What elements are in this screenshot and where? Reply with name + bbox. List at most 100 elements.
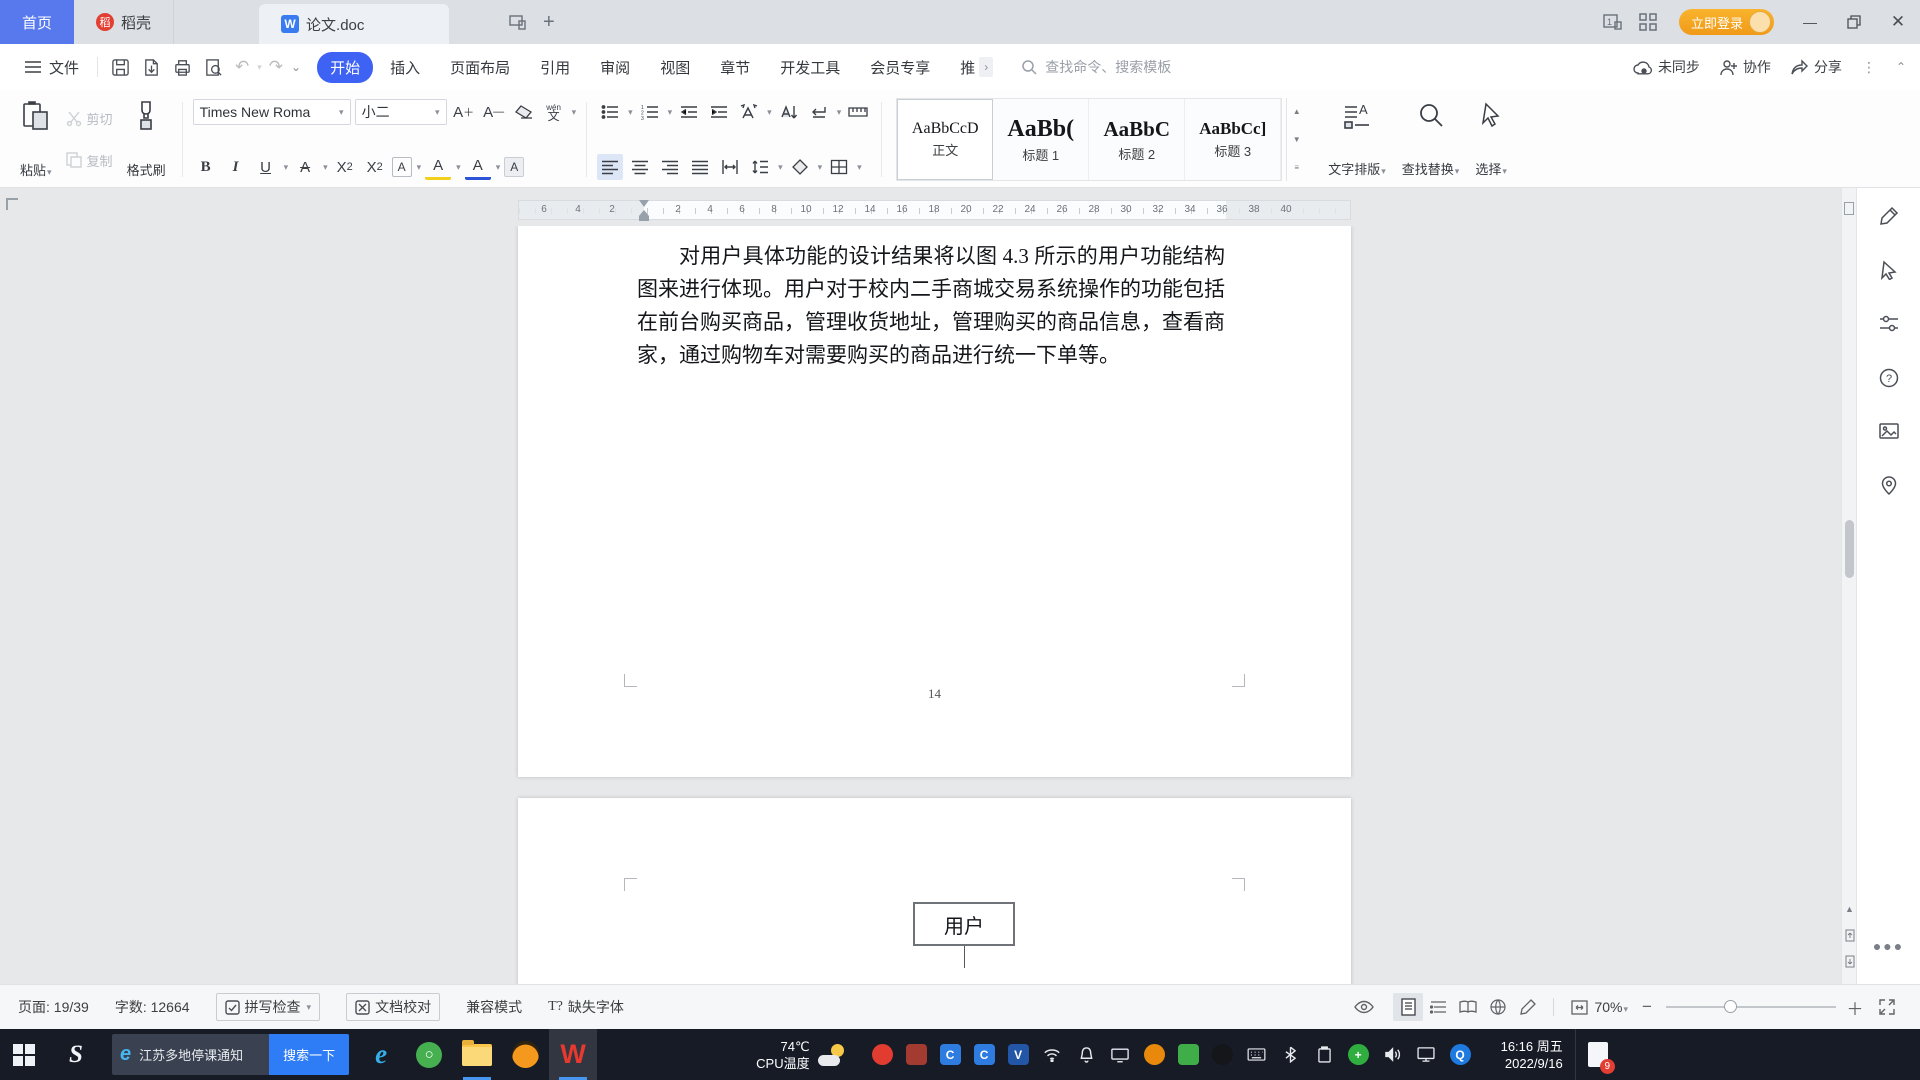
tray-clipboard-icon[interactable] xyxy=(1314,1044,1335,1065)
bullet-list-dropdown[interactable]: ▾ xyxy=(628,107,633,118)
line-spacing-button[interactable] xyxy=(747,154,773,180)
word-count[interactable]: 字数: 12664 xyxy=(115,997,190,1017)
menu-tab-会员专享[interactable]: 会员专享 xyxy=(857,52,943,83)
horizontal-ruler[interactable]: 6 4 2 2 4 6 8 10 12 14 16 18 20 22 24 26 28 30 32 34 36 38 40 xyxy=(518,200,1351,221)
file-menu-button[interactable]: 文件 xyxy=(14,57,89,78)
scrollbar-thumb[interactable] xyxy=(1845,520,1854,578)
pen-tool-icon[interactable] xyxy=(1877,204,1901,228)
previous-page-button[interactable] xyxy=(1842,926,1857,944)
more-options-icon[interactable]: ⋮ xyxy=(1862,59,1876,76)
web-view-icon[interactable] xyxy=(1483,993,1513,1021)
shading-dropdown[interactable]: ▾ xyxy=(818,162,823,173)
font-name-select[interactable]: Times New Roma ▾ xyxy=(192,99,351,125)
tab-document[interactable]: W 论文.doc xyxy=(259,4,450,44)
taskbar-wps-icon[interactable]: W xyxy=(549,1029,598,1080)
tray-notification-bell-icon[interactable] xyxy=(1076,1044,1097,1065)
reading-protect-eye-icon[interactable] xyxy=(1349,993,1379,1021)
redo-button[interactable]: ↷ xyxy=(264,54,288,80)
menu-tab-插入[interactable]: 插入 xyxy=(377,52,433,83)
diagram-user-box[interactable]: 用户 xyxy=(913,902,1015,946)
numbered-list-dropdown[interactable]: ▾ xyxy=(668,107,673,118)
zoom-level[interactable]: 70%▾ xyxy=(1594,999,1628,1015)
notification-center-icon[interactable]: 9 xyxy=(1574,1029,1621,1080)
align-left-button[interactable] xyxy=(597,154,624,180)
menu-tab-章节[interactable]: 章节 xyxy=(707,52,763,83)
tab-home[interactable]: 首页 xyxy=(0,0,75,44)
menu-tab-引用[interactable]: 引用 xyxy=(527,52,583,83)
tray-display-icon[interactable] xyxy=(1416,1044,1437,1065)
spellcheck-toggle[interactable]: 拼写检查 ▾ xyxy=(215,993,321,1021)
outline-view-icon[interactable] xyxy=(1423,993,1453,1021)
news-search-widget[interactable]: e 江苏多地停课通知 搜索一下 xyxy=(112,1034,350,1075)
char-shading-button[interactable]: A xyxy=(504,157,525,177)
export-pdf-button[interactable] xyxy=(137,55,166,80)
command-search[interactable]: 查找命令、搜索模板 xyxy=(1021,57,1171,77)
fit-page-icon[interactable] xyxy=(1564,993,1594,1021)
tray-volume-icon[interactable] xyxy=(1382,1044,1403,1065)
strikethrough-button[interactable]: A xyxy=(292,154,318,180)
share-button[interactable]: 分享 xyxy=(1791,57,1842,77)
tab-docer[interactable]: 稻 稻壳 xyxy=(74,0,175,44)
tray-green-app-icon[interactable] xyxy=(1177,1044,1199,1065)
wrap-mark-button[interactable] xyxy=(806,99,832,125)
align-right-button[interactable] xyxy=(657,154,683,180)
increase-indent-button[interactable] xyxy=(706,99,732,125)
start-button[interactable] xyxy=(0,1029,48,1080)
document-page-14[interactable]: 对用户具体功能的设计结果将以图 4.3 所示的用户功能结构图来进行体现。用户对于… xyxy=(518,226,1351,777)
style-标题 2[interactable]: AaBbC 标题 2 xyxy=(1089,99,1186,180)
style-正文[interactable]: AaBbCcD 正文 xyxy=(897,99,994,180)
apps-grid-icon[interactable] xyxy=(1631,9,1665,35)
save-button[interactable] xyxy=(106,55,135,80)
superscript-button[interactable]: X2 xyxy=(332,154,358,180)
document-page-15[interactable]: 用户 xyxy=(518,798,1351,984)
style-scroll-down-icon[interactable]: ▼ xyxy=(1287,126,1306,154)
style-gallery-more-icon[interactable]: ≡ xyxy=(1287,153,1306,181)
page-view-icon[interactable] xyxy=(1393,993,1424,1021)
subscript-button[interactable]: X2 xyxy=(362,154,388,180)
tray-red-messenger-icon[interactable] xyxy=(871,1044,893,1065)
collapse-ribbon-icon[interactable]: ⌃ xyxy=(1896,60,1906,74)
sort-button[interactable] xyxy=(776,99,802,125)
font-color-button[interactable]: A xyxy=(464,154,491,180)
cut-button[interactable]: 剪切 xyxy=(62,107,117,130)
char-border-dropdown[interactable]: ▾ xyxy=(417,162,422,173)
device-sync-icon[interactable] xyxy=(501,10,535,34)
decrease-font-button[interactable]: A — xyxy=(481,99,507,125)
compatibility-mode[interactable]: 兼容模式 xyxy=(466,997,522,1017)
restore-button[interactable] xyxy=(1832,0,1876,44)
select-tool-button[interactable]: 选择▾ xyxy=(1467,98,1515,181)
zoom-in-button[interactable]: ＋ xyxy=(1846,995,1864,1020)
missing-font-warning[interactable]: T? 缺失字体 xyxy=(548,997,624,1017)
pinyin-guide-button[interactable]: wén 文 xyxy=(541,99,567,125)
distribute-button[interactable] xyxy=(717,154,743,180)
body-paragraph[interactable]: 对用户具体功能的设计结果将以图 4.3 所示的用户功能结构图来进行体现。用户对于… xyxy=(637,240,1225,372)
align-center-button[interactable] xyxy=(627,154,653,180)
input-method-icon[interactable]: S xyxy=(48,1029,104,1080)
news-search-button[interactable]: 搜索一下 xyxy=(269,1034,350,1075)
vertical-scrollbar[interactable]: ▲ xyxy=(1841,188,1856,984)
ruler-toggle-icon[interactable] xyxy=(1844,202,1854,215)
find-replace-button[interactable]: 查找替换▾ xyxy=(1394,98,1468,181)
zoom-slider[interactable] xyxy=(1666,1000,1836,1013)
font-color-dropdown[interactable]: ▾ xyxy=(496,162,501,173)
close-button[interactable]: ✕ xyxy=(1876,0,1920,44)
highlight-dropdown[interactable]: ▾ xyxy=(456,162,461,173)
undo-dropdown[interactable]: ▾ xyxy=(257,62,262,73)
text-typeset-button[interactable]: A 文字排版▾ xyxy=(1320,98,1394,181)
bold-button[interactable]: B xyxy=(193,154,219,180)
tray-blue-app1-icon[interactable]: C xyxy=(939,1044,961,1065)
copy-button[interactable]: 复制 xyxy=(62,149,117,172)
justify-button[interactable] xyxy=(687,154,713,180)
tray-orange-app-icon[interactable] xyxy=(1143,1044,1165,1065)
tab-ruler-button[interactable] xyxy=(845,99,871,125)
numbered-list-button[interactable]: 1 2 3 xyxy=(637,99,663,125)
fullscreen-icon[interactable] xyxy=(1872,993,1902,1021)
zoom-out-button[interactable]: − xyxy=(1638,997,1656,1017)
borders-button[interactable] xyxy=(826,154,852,180)
undo-button[interactable]: ↶ xyxy=(230,54,254,80)
tray-bluetooth-icon[interactable] xyxy=(1280,1044,1301,1065)
menu-tab-推[interactable]: 推 xyxy=(947,52,977,83)
shading-button[interactable] xyxy=(787,154,813,180)
style-scroll-up-icon[interactable]: ▲ xyxy=(1287,98,1306,126)
tray-security-shield-icon[interactable]: V xyxy=(1007,1044,1029,1065)
